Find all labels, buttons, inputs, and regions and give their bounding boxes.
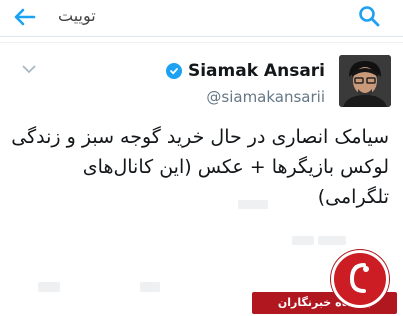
- faded-text: [318, 236, 346, 245]
- faded-text: [140, 282, 160, 292]
- watermark-logo-icon: [331, 250, 389, 308]
- tweet-text: سیامک انصاری در حال خرید گوجه سبز و زندگ…: [9, 122, 389, 212]
- watermark: باشگاه خبرنگاران: [247, 250, 397, 316]
- page-title: توییت: [58, 6, 96, 25]
- display-name-label: Siamak Ansari: [187, 61, 325, 81]
- search-icon[interactable]: [357, 4, 381, 28]
- tweet-text-line: سیامک انصاری در حال خرید گوجه سبز و زندگ…: [11, 126, 389, 148]
- avatar[interactable]: [339, 55, 391, 107]
- divider: [0, 42, 403, 43]
- verified-icon: [165, 63, 182, 79]
- user-handle[interactable]: @siamakansarii: [206, 88, 325, 106]
- display-name[interactable]: Siamak Ansari: [165, 61, 325, 81]
- top-bar: توییت: [0, 0, 403, 37]
- tweet-text-line: لوکس بازیگرها + عکس (این کانال‌های تلگرا…: [82, 156, 389, 208]
- faded-text: [292, 236, 314, 245]
- arrow-left-icon[interactable]: [12, 4, 38, 30]
- faded-text: [38, 282, 60, 292]
- faded-text: [238, 200, 268, 209]
- chevron-down-icon[interactable]: [22, 64, 36, 74]
